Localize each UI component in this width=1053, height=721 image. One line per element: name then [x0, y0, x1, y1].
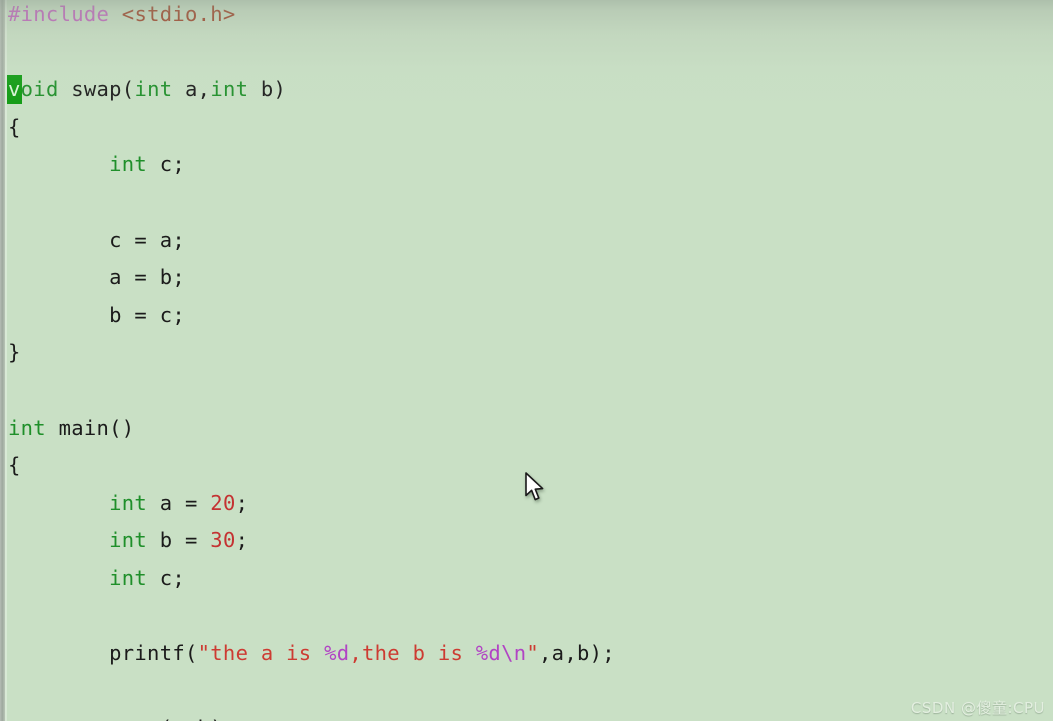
code-token: c = a; [8, 227, 185, 252]
code-line[interactable]: int c; [8, 146, 1048, 184]
code-token: ,the b is [349, 641, 476, 666]
code-token: int [109, 490, 148, 515]
code-token: a = [147, 490, 211, 515]
code-token: int [8, 415, 46, 440]
code-token: c; [147, 565, 186, 590]
code-token: <stdio.h> [121, 2, 236, 26]
code-line[interactable]: swap(a,b); [8, 710, 1048, 721]
code-token: a = b; [8, 265, 185, 290]
code-token: int [134, 77, 173, 102]
code-token: int [109, 152, 148, 177]
code-token: int [109, 565, 148, 590]
code-token: swap(a,b); [8, 716, 236, 721]
code-line[interactable]: { [8, 109, 1048, 147]
code-token: "the a is [197, 641, 325, 666]
code-token: %d [475, 641, 502, 666]
source-code-area[interactable]: #include <stdio.h> void swap(int a,int b… [8, 0, 1048, 721]
code-token: ,a,b); [539, 641, 615, 666]
code-line[interactable] [8, 673, 1048, 711]
csdn-watermark: CSDN @傻童:CPU [910, 699, 1045, 717]
code-line[interactable]: int main() [8, 410, 1048, 448]
code-line[interactable] [8, 598, 1048, 636]
code-line[interactable] [8, 34, 1048, 72]
code-token: c; [147, 152, 186, 177]
code-token: { [8, 453, 21, 478]
editor-gutter-edge [5, 0, 7, 721]
code-line[interactable]: c = a; [8, 222, 1048, 260]
code-token: ; [235, 528, 249, 553]
code-line[interactable]: int a = 20; [8, 485, 1048, 523]
code-line[interactable]: void swap(int a,int b) [8, 71, 1048, 109]
code-token: %d [324, 641, 350, 666]
code-token: ; [235, 490, 249, 515]
code-line[interactable]: printf("the a is %d,the b is %d\n",a,b); [8, 635, 1048, 673]
code-token: \n [501, 641, 527, 666]
text-caret-block: v [8, 76, 21, 104]
code-line[interactable] [8, 372, 1048, 410]
code-token: main() [45, 415, 135, 440]
code-editor-screen: #include <stdio.h> void swap(int a,int b… [0, 0, 1053, 721]
code-token: 30 [210, 528, 236, 553]
code-line[interactable]: a = b; [8, 259, 1048, 297]
code-line[interactable]: int b = 30; [8, 522, 1048, 560]
code-token: int [109, 528, 148, 553]
code-token: { [8, 114, 21, 139]
code-token: " [526, 641, 540, 666]
code-token: swap( [58, 77, 135, 102]
code-token: b = c; [8, 302, 185, 327]
code-line[interactable]: int c; [8, 560, 1048, 598]
code-line[interactable]: #include <stdio.h> [8, 0, 1048, 34]
code-token: } [8, 340, 21, 365]
code-token: b) [248, 77, 287, 102]
code-line[interactable] [8, 184, 1048, 222]
code-token: a, [172, 77, 211, 102]
code-token: printf( [8, 641, 198, 666]
code-token: int [210, 77, 249, 102]
code-token: 20 [210, 490, 236, 515]
code-line[interactable]: b = c; [8, 297, 1048, 335]
code-line[interactable]: } [8, 334, 1048, 372]
code-token: b = [147, 528, 211, 553]
code-line[interactable]: { [8, 447, 1048, 485]
code-token: #include [8, 2, 110, 26]
code-token: oid [20, 77, 59, 102]
